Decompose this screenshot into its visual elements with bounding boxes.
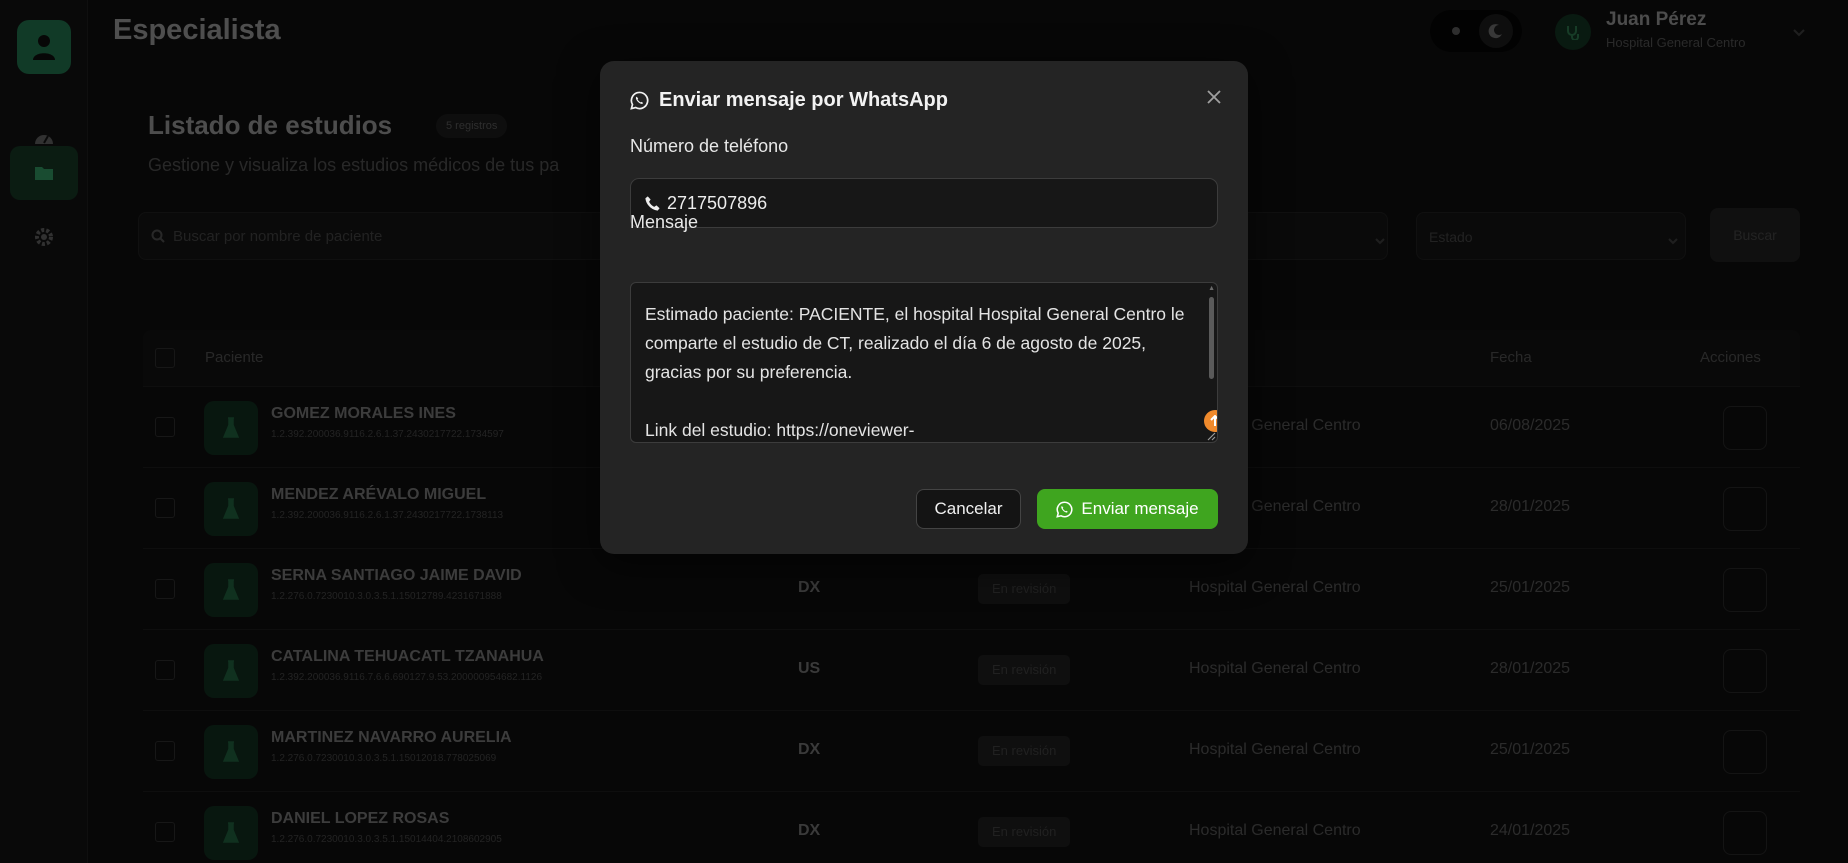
modal-title-text: Enviar mensaje por WhatsApp (659, 89, 948, 111)
send-message-button[interactable]: Enviar mensaje (1037, 489, 1218, 529)
grammar-assistant-button[interactable] (1204, 410, 1217, 432)
phone-input[interactable] (667, 192, 1187, 214)
phone-icon (645, 195, 660, 211)
scroll-up-arrow[interactable]: ▲ (1208, 285, 1215, 292)
arrow-up-icon (1210, 415, 1217, 426)
modal-title: Enviar mensaje por WhatsApp (630, 89, 948, 112)
close-icon (1207, 90, 1221, 104)
resize-handle-icon[interactable] (1205, 430, 1216, 441)
whatsapp-icon (630, 91, 649, 110)
phone-field[interactable] (630, 178, 1218, 228)
message-textarea[interactable]: Estimado paciente: PACIENTE, el hospital… (630, 282, 1218, 443)
whatsapp-icon (1056, 501, 1073, 518)
whatsapp-modal: Enviar mensaje por WhatsApp Número de te… (600, 61, 1248, 554)
app-root: Especialista Juan Pérez Hospital General… (0, 0, 1848, 863)
message-text[interactable]: Estimado paciente: PACIENTE, el hospital… (645, 300, 1185, 442)
cancel-button[interactable]: Cancelar (916, 489, 1021, 529)
message-label: Mensaje (630, 212, 699, 232)
message-scrollbar[interactable] (1209, 297, 1214, 379)
close-button[interactable] (1200, 83, 1228, 111)
send-message-label: Enviar mensaje (1081, 499, 1199, 518)
phone-label: Número de teléfono (630, 136, 789, 156)
